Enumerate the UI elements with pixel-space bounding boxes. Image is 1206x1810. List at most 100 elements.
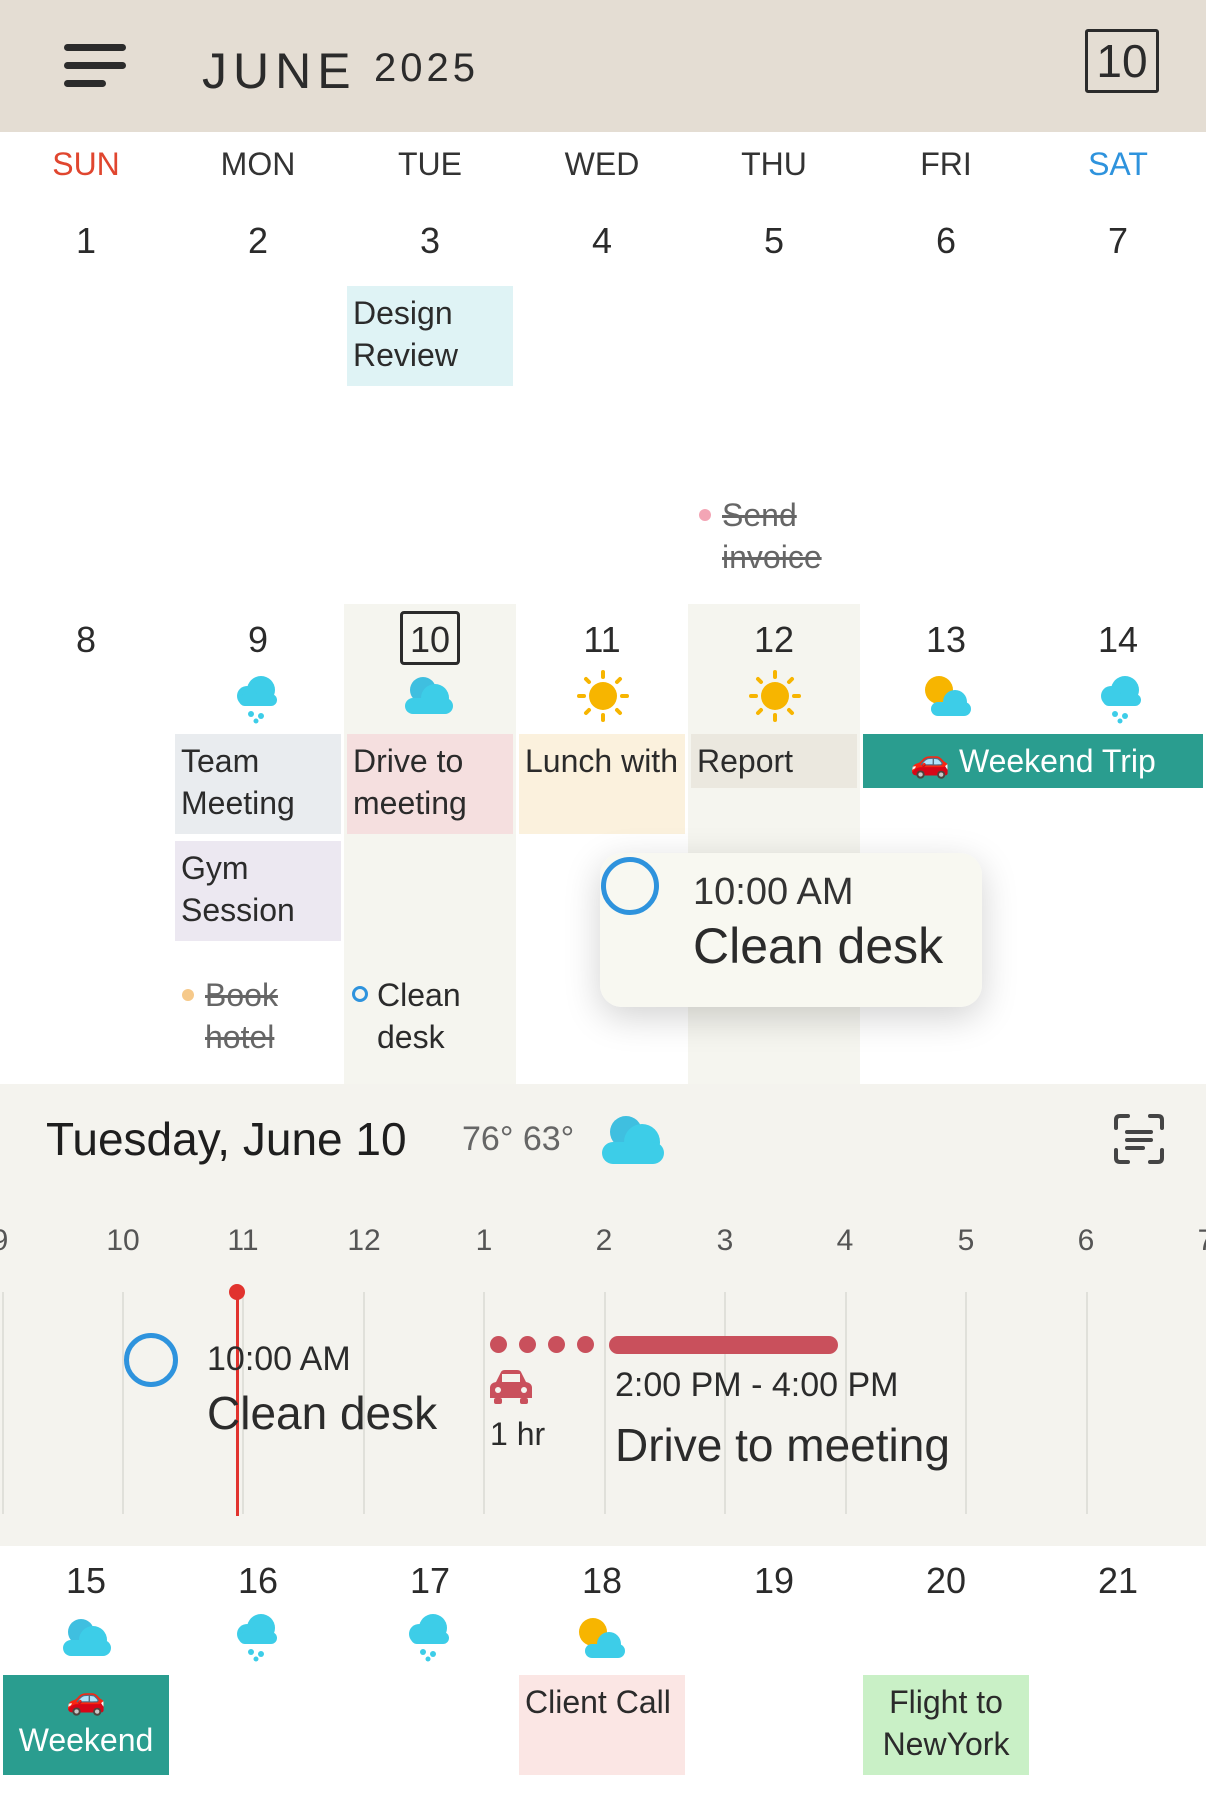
panel-temperatures: 76° 63° — [462, 1120, 575, 1158]
day-2[interactable]: 2 — [172, 220, 344, 262]
sun-icon — [577, 670, 629, 722]
popup-title: Clean desk — [693, 918, 944, 974]
day-9[interactable]: 9 — [172, 619, 344, 661]
event-weekend[interactable]: 🚗 Weekend — [3, 1675, 169, 1775]
panel-date: Tuesday, June 10 — [46, 1113, 407, 1165]
car-icon: 🚗 — [66, 1680, 106, 1716]
event-lunch-with[interactable]: Lunch with — [519, 734, 685, 834]
day-18[interactable]: 18 — [516, 1560, 688, 1602]
event-team-meeting[interactable]: Team Meeting — [175, 734, 341, 834]
day-20[interactable]: 20 — [860, 1560, 1032, 1602]
day-19[interactable]: 19 — [688, 1560, 860, 1602]
event-weekend-label: Weekend — [18, 1722, 154, 1758]
cloudy-icon — [602, 1116, 664, 1164]
month-title[interactable]: JUNE — [202, 42, 357, 100]
todo-send-invoice[interactable]: Send invoice — [722, 494, 842, 578]
day-15[interactable]: 15 — [0, 1560, 172, 1602]
timeline-event-time: 2:00 PM - 4:00 PM — [615, 1366, 899, 1404]
event-gym-session[interactable]: Gym Session — [175, 841, 341, 941]
app-header: JUNE 2025 10 — [0, 0, 1206, 132]
hour-label: 12 — [347, 1224, 381, 1257]
hour-label: 2 — [595, 1224, 613, 1257]
event-client-call[interactable]: Client Call — [519, 1675, 685, 1775]
day-14[interactable]: 14 — [1032, 619, 1204, 661]
hour-label: 6 — [1077, 1224, 1095, 1257]
weekday-sun: SUN — [52, 146, 120, 182]
snow-cloud-icon — [1101, 676, 1141, 724]
travel-dot — [490, 1336, 507, 1353]
car-icon: 🚗 — [910, 743, 951, 779]
weekday-header: SUN MON TUE WED THU FRI SAT — [0, 146, 1206, 190]
today-button[interactable]: 10 — [1085, 29, 1159, 93]
day-8[interactable]: 8 — [0, 619, 172, 661]
car-icon — [490, 1370, 532, 1404]
day-21[interactable]: 21 — [1032, 1560, 1204, 1602]
snow-cloud-icon — [237, 676, 277, 724]
weekday-thu: THU — [741, 146, 807, 182]
day-4[interactable]: 4 — [516, 220, 688, 262]
hour-label: 10 — [106, 1224, 140, 1257]
hour-label: 9 — [0, 1224, 30, 1258]
sun-icon — [749, 670, 801, 722]
weekday-mon: MON — [220, 146, 296, 182]
hour-gridline — [1086, 1292, 1088, 1514]
partly-cloudy-icon — [925, 676, 971, 716]
task-circle-icon[interactable] — [124, 1333, 178, 1387]
weekday-fri: FRI — [920, 146, 972, 182]
day-16[interactable]: 16 — [172, 1560, 344, 1602]
day-17[interactable]: 17 — [344, 1560, 516, 1602]
hour-gridline — [2, 1292, 4, 1514]
travel-dot — [519, 1336, 536, 1353]
hour-gridline — [604, 1292, 606, 1514]
weekday-tue: TUE — [398, 146, 462, 182]
todo-book-hotel[interactable]: Book hotel — [205, 974, 315, 1058]
hour-gridline — [965, 1292, 967, 1514]
day-5[interactable]: 5 — [688, 220, 860, 262]
todo-dot — [182, 989, 194, 1001]
travel-duration: 1 hr — [490, 1416, 546, 1452]
day-12[interactable]: 12 — [688, 619, 860, 661]
hour-gridline — [483, 1292, 485, 1514]
travel-dot — [548, 1336, 565, 1353]
hour-label: 4 — [836, 1224, 854, 1257]
hamburger-menu-icon[interactable] — [64, 42, 128, 92]
todo-clean-desk[interactable]: Clean desk — [377, 974, 497, 1058]
snow-cloud-icon — [409, 1614, 449, 1662]
day-3[interactable]: 3 — [344, 220, 516, 262]
event-design-review[interactable]: Design Review — [347, 286, 513, 386]
drive-event-bar[interactable] — [609, 1336, 838, 1354]
event-drive-to-meeting[interactable]: Drive to meeting — [347, 734, 513, 834]
task-circle-icon[interactable] — [352, 986, 368, 1002]
day-13[interactable]: 13 — [860, 619, 1032, 661]
day-6[interactable]: 6 — [860, 220, 1032, 262]
timeline-task-title[interactable]: Clean desk — [207, 1386, 437, 1440]
travel-dot — [577, 1336, 594, 1353]
weekday-sat: SAT — [1088, 146, 1148, 182]
cloudy-icon — [63, 1619, 111, 1656]
hour-gridline — [122, 1292, 124, 1514]
event-weekend-trip[interactable]: 🚗 Weekend Trip — [863, 734, 1203, 788]
day-1[interactable]: 1 — [0, 220, 172, 262]
todo-dot — [699, 509, 711, 521]
day-10[interactable]: 10 — [344, 619, 516, 661]
year-title[interactable]: 2025 — [374, 46, 479, 91]
hour-label: 7 — [1176, 1224, 1206, 1258]
event-flight-to-newyork[interactable]: Flight to NewYork — [863, 1675, 1029, 1775]
timeline-event-title[interactable]: Drive to meeting — [615, 1418, 950, 1472]
scan-list-icon[interactable] — [1112, 1112, 1166, 1166]
snow-cloud-icon — [237, 1614, 277, 1662]
day-11[interactable]: 11 — [516, 619, 688, 661]
partly-cloudy-icon — [579, 1618, 625, 1658]
popup-time: 10:00 AM — [693, 871, 854, 913]
timeline-task-time: 10:00 AM — [207, 1340, 351, 1378]
task-popup[interactable]: 10:00 AM Clean desk — [600, 853, 982, 1007]
task-circle-icon[interactable] — [601, 857, 659, 915]
day-7[interactable]: 7 — [1032, 220, 1204, 262]
hour-label: 11 — [227, 1224, 259, 1257]
hour-label: 3 — [716, 1224, 734, 1257]
cloudy-icon — [405, 677, 453, 714]
hour-label: 5 — [957, 1224, 975, 1257]
weekday-wed: WED — [564, 146, 640, 182]
event-weekend-trip-label: Weekend Trip — [958, 743, 1156, 779]
event-report[interactable]: Report — [691, 734, 857, 788]
